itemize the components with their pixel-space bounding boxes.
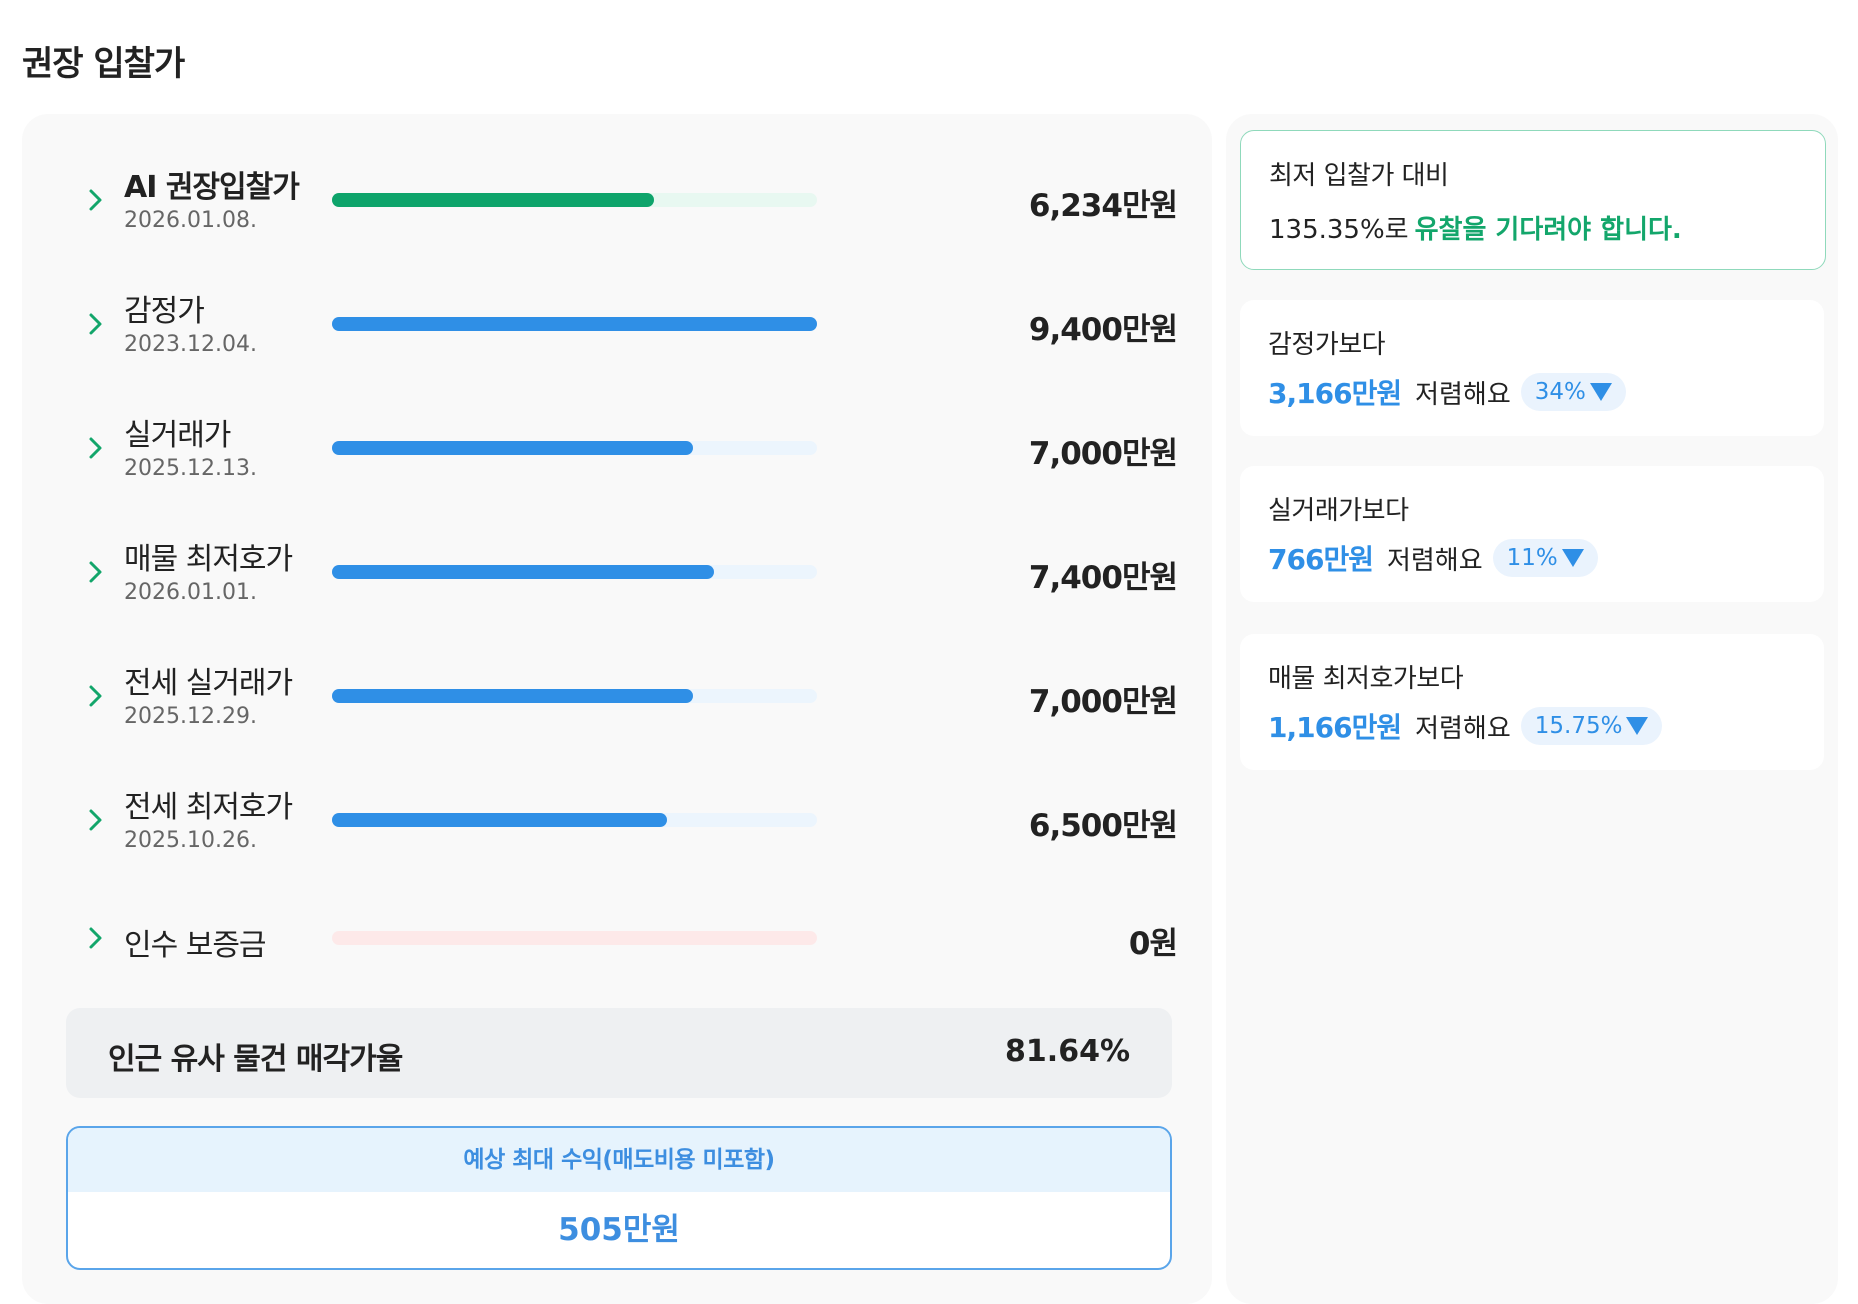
compare-line: 766만원 저렴해요 11% [1268,538,1598,578]
price-bar-fill [332,813,668,827]
price-row-label: 전세 실거래가 [124,666,293,701]
price-bar-track [332,689,817,703]
expected-profit-box: 예상 최대 수익(매도비용 미포함) 505만원 [66,1126,1172,1270]
price-bar-fill [332,689,694,703]
price-row[interactable]: 인수 보증금 0원 [22,904,1212,994]
compare-suffix: 저렴해요 [1386,545,1483,576]
price-row-date: 2026.01.08. [124,208,257,233]
compare-suffix: 저렴해요 [1415,379,1511,410]
compare-title: 실거래가보다 [1268,496,1409,526]
price-row-value: 6,234만원 [1028,188,1178,224]
price-row[interactable]: 전세 최저호가 2025.10.26. 6,500만원 [22,772,1212,862]
price-bar-fill [332,193,654,207]
discount-percent: 11% [1506,545,1558,571]
compare-card-listing-lowest: 매물 최저호가보다 1,166만원 저렴해요 15.75% [1240,634,1824,770]
lowest-bid-compare-card: 최저 입찰가 대비 135.35%로 유찰을 기다려야 합니다. [1240,130,1826,270]
compare-amount: 3,166만원 [1268,377,1402,410]
price-row[interactable]: 감정가 2023.12.04. 9,400만원 [22,276,1212,366]
price-bar-track [332,193,817,207]
chevron-right-icon[interactable] [78,921,112,955]
price-bar-track [332,565,817,579]
discount-badge: 15.75% [1520,707,1663,745]
compare-amount: 766만원 [1268,543,1374,576]
comparison-panel: 최저 입찰가 대비 135.35%로 유찰을 기다려야 합니다. 감정가보다 3… [1226,114,1838,1304]
price-row-label: 실거래가 [124,418,231,453]
price-row-date: 2023.12.04. [124,332,257,357]
chevron-right-icon[interactable] [78,803,112,837]
discount-badge: 11% [1492,539,1598,577]
price-bar-track [332,317,817,331]
lowest-bid-percent: 135.35%로 [1269,215,1409,245]
discount-percent: 34% [1534,379,1586,405]
price-bar-track [332,441,817,455]
price-row[interactable]: 매물 최저호가 2026.01.01. 7,400만원 [22,524,1212,614]
chevron-right-icon[interactable] [78,307,112,341]
bid-price-panel: AI 권장입찰가 2026.01.08. 6,234만원감정가 2023.12.04.… [22,114,1212,1304]
chevron-right-icon[interactable] [78,555,112,589]
price-row-value: 7,400만원 [1028,560,1178,596]
price-row-label: 매물 최저호가 [124,542,293,577]
price-row-date: 2026.01.01. [124,580,257,605]
compare-suffix: 저렴해요 [1415,713,1511,744]
chevron-right-icon[interactable] [78,183,112,217]
price-row-label: AI 권장입찰가 [124,170,300,205]
triangle-down-icon [1626,717,1649,735]
price-row-label: 인수 보증금 [124,928,267,963]
price-row-value: 7,000만원 [1028,436,1178,472]
price-row[interactable]: AI 권장입찰가 2026.01.08. 6,234만원 [22,152,1212,242]
compare-card-actual-trade: 실거래가보다 766만원 저렴해요 11% [1240,466,1824,602]
price-row-value: 6,500만원 [1028,808,1178,844]
chevron-right-icon[interactable] [78,679,112,713]
compare-title: 감정가보다 [1268,330,1386,360]
price-bar-fill [332,317,817,331]
compare-line: 1,166만원 저렴해요 15.75% [1268,706,1663,746]
price-row[interactable]: 실거래가 2025.12.13. 7,000만원 [22,400,1212,490]
triangle-down-icon [1561,549,1584,567]
lowest-bid-compare-title: 최저 입찰가 대비 [1269,161,1449,191]
compare-title: 매물 최저호가보다 [1268,664,1464,694]
discount-badge: 34% [1520,373,1626,411]
price-row-date: 2025.12.13. [124,456,257,481]
price-row-value: 7,000만원 [1028,684,1178,720]
price-bar-fill [332,565,714,579]
price-bar-track [332,931,817,945]
expected-profit-label: 예상 최대 수익(매도비용 미포함) [68,1128,1170,1192]
price-bar-track [332,813,817,827]
price-row-date: 2025.10.26. [124,828,257,853]
compare-amount: 1,166만원 [1268,711,1402,744]
price-row-value: 9,400만원 [1028,312,1178,348]
sale-rate-value: 81.64% [1005,1034,1130,1069]
page-title: 권장 입찰가 [22,44,185,84]
lowest-bid-compare-line: 135.35%로 유찰을 기다려야 합니다. [1269,209,1682,246]
triangle-down-icon [1589,383,1612,401]
price-row[interactable]: 전세 실거래가 2025.12.29. 7,000만원 [22,648,1212,738]
lowest-bid-message: 유찰을 기다려야 합니다. [1414,215,1682,245]
price-row-value: 0원 [1128,926,1178,962]
chevron-right-icon[interactable] [78,431,112,465]
sale-rate-box: 인근 유사 물건 매각가율 81.64% [66,1008,1172,1098]
price-row-label: 감정가 [124,294,205,329]
sale-rate-label: 인근 유사 물건 매각가율 [108,1042,403,1077]
compare-card-appraisal: 감정가보다 3,166만원 저렴해요 34% [1240,300,1824,436]
compare-line: 3,166만원 저렴해요 34% [1268,372,1626,412]
price-row-date: 2025.12.29. [124,704,257,729]
expected-profit-value: 505만원 [558,1212,680,1248]
price-row-label: 전세 최저호가 [124,790,293,825]
discount-percent: 15.75% [1534,713,1623,739]
price-bar-fill [332,441,694,455]
